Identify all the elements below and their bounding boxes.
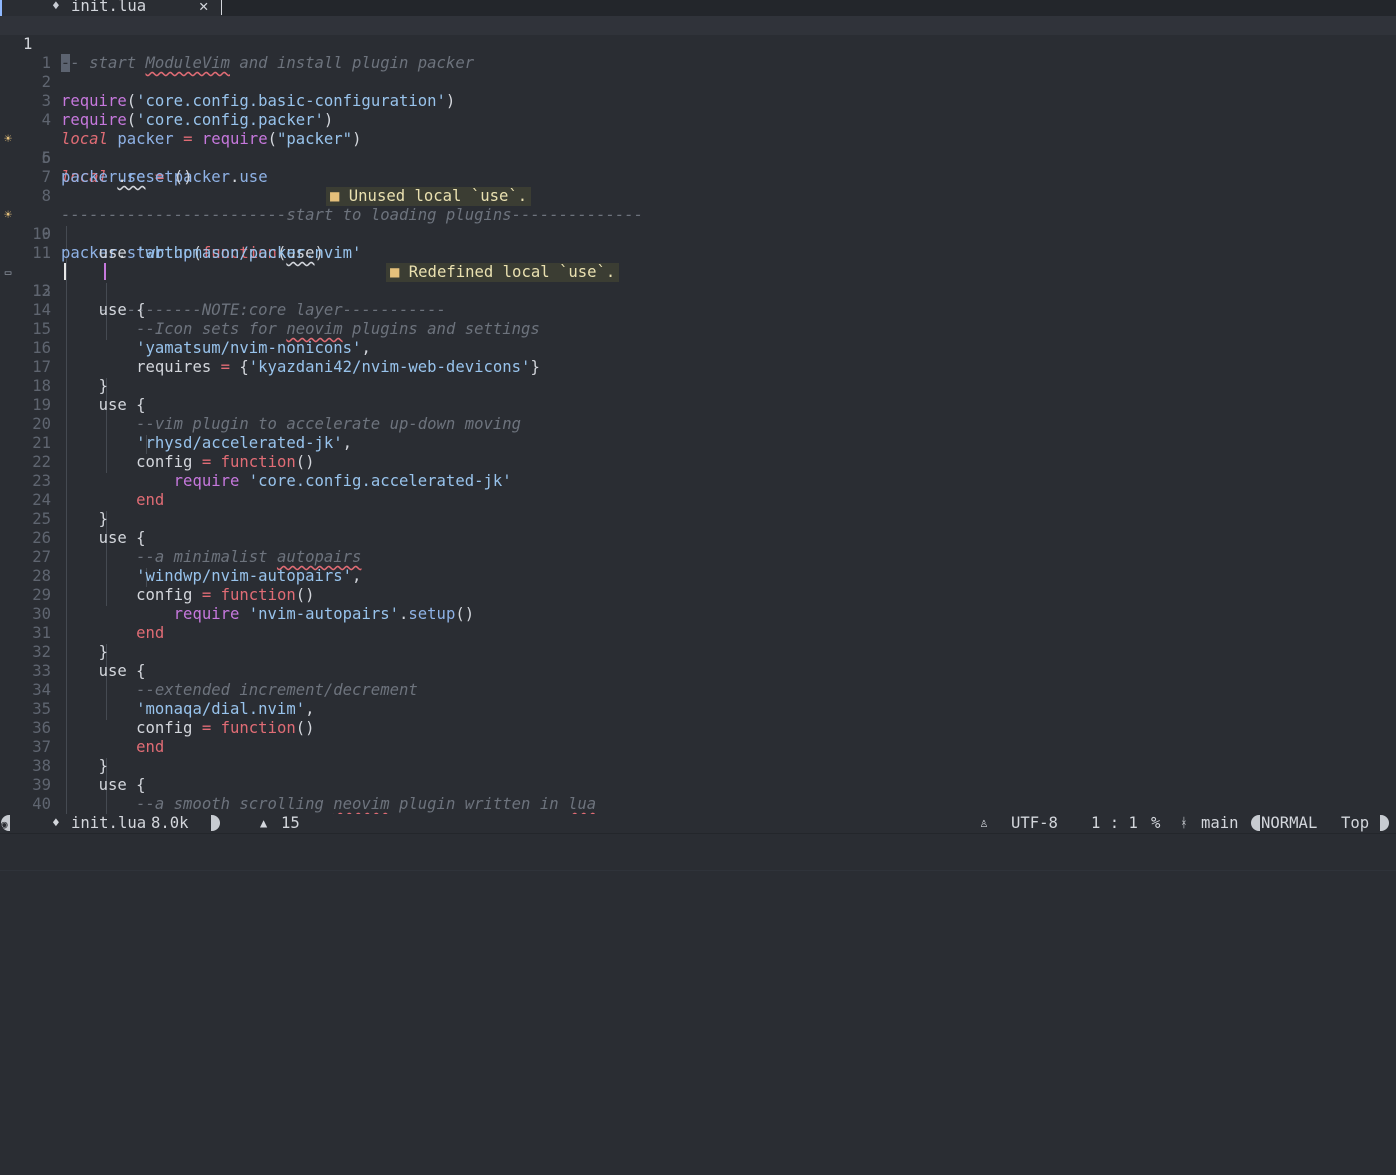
code-line[interactable]: 33 --extended increment/decrement — [0, 643, 1396, 699]
code-line[interactable]: 18 use { — [0, 358, 1396, 414]
code-line[interactable]: ☀ 5 local use = packer.use ■ Unused loca… — [0, 111, 1396, 206]
code-line[interactable]: 16 requires = {'kyazdani42/nvim-web-devi… — [0, 320, 1396, 376]
editor-buffer[interactable]: 1 -- start ModuleVim and install plugin … — [0, 16, 1396, 814]
tabline-separator — [221, 0, 222, 15]
close-icon[interactable]: ✕ — [199, 0, 208, 16]
statusline-cap — [211, 814, 220, 833]
code-line[interactable]: 25 use { — [0, 491, 1396, 547]
statusline-cap — [1251, 814, 1260, 833]
code-line[interactable]: 7 — [0, 149, 1396, 186]
warning-triangle-icon: ▲ — [260, 816, 268, 830]
code-line[interactable]: 6 packer.reset() — [0, 130, 1396, 186]
code-line[interactable]: 37 } — [0, 719, 1396, 775]
file-size: 8.0k — [151, 814, 189, 832]
code-line[interactable]: 17 } — [0, 339, 1396, 395]
vim-logo-icon: ◉ — [1, 814, 17, 834]
scroll-position: Top — [1341, 814, 1370, 832]
linux-tux-icon: ♙ — [980, 816, 988, 831]
code-line[interactable]: 20 'rhysd/accelerated-jk', — [0, 396, 1396, 452]
cursor-position: 1 : 1 — [1091, 814, 1138, 832]
code-line[interactable]: 41 config = function() — [0, 795, 1396, 814]
code-line[interactable]: 30 end — [0, 586, 1396, 642]
code-line[interactable]: 36 end — [0, 700, 1396, 756]
code-line[interactable]: 35 config = function() — [0, 681, 1396, 737]
code-line[interactable]: 22 require 'core.config.accelerated-jk' — [0, 434, 1396, 490]
code-line[interactable]: 14 --Icon sets for neovim plugins and se… — [0, 282, 1396, 338]
code-line[interactable]: 38 use { — [0, 738, 1396, 794]
code-line[interactable]: 29 require 'nvim-autopairs'.setup() — [0, 567, 1396, 623]
code-line[interactable]: 1 — [0, 35, 1396, 72]
code-line[interactable]: 13 use { — [0, 263, 1396, 319]
git-branch-icon: ᚼ — [1180, 816, 1188, 831]
tabline: ♦ init.lua ✕ — [0, 0, 1396, 16]
statusline-cap — [1380, 814, 1389, 833]
warning-count[interactable]: 15 — [281, 814, 300, 833]
code-line[interactable]: 31 } — [0, 605, 1396, 661]
code-line[interactable]: 19 --vim plugin to accelerate up-down mo… — [0, 377, 1396, 433]
code-line[interactable]: 8 ------------------------start to loadi… — [0, 168, 1396, 224]
code-line[interactable]: 2 require('core.config.basic-configurati… — [0, 54, 1396, 110]
code-line[interactable]: 32 use { — [0, 624, 1396, 680]
code-line[interactable]: 1 -- start ModuleVim and install plugin … — [0, 16, 1396, 72]
code-line[interactable]: 21 config = function() — [0, 415, 1396, 471]
lua-file-icon: ♦ — [52, 0, 60, 14]
file-name: init.lua — [71, 814, 147, 832]
buffer-tab-init-lua[interactable]: ♦ init.lua ✕ — [2, 0, 222, 16]
code-line[interactable]: 15 'yamatsum/nvim-nonicons', — [0, 301, 1396, 357]
code-line[interactable]: 10 use 'wbthomason/packer.nvim' — [0, 206, 1396, 262]
percent-glyph: % — [1151, 814, 1161, 832]
code-line[interactable]: 23 end — [0, 453, 1396, 509]
code-line[interactable]: 27 'windwp/nvim-autopairs', — [0, 529, 1396, 585]
file-encoding: UTF-8 — [1011, 814, 1058, 832]
code-line[interactable]: ☀ 9 packer.startup(function(use) ■ Redef… — [0, 187, 1396, 282]
code-line[interactable]: 34 'monaqa/dial.nvim', — [0, 662, 1396, 718]
code-line[interactable]: 11 — [0, 225, 1396, 280]
code-line[interactable]: 4 local packer = require("packer") — [0, 92, 1396, 148]
code-line[interactable]: 24 } — [0, 472, 1396, 528]
code-line[interactable]: 40 'karb94/neoscroll.nvim', — [0, 776, 1396, 813]
code-line[interactable]: 3 require('core.config.packer') — [0, 73, 1396, 129]
lua-file-icon: ♦ — [52, 816, 60, 831]
mode-indicator: NORMAL — [1261, 814, 1318, 832]
code-line[interactable]: 39 --a smooth scrolling neovim plugin wr… — [0, 757, 1396, 813]
code-line[interactable]: 28 config = function() — [0, 548, 1396, 604]
tab-title: init.lua — [71, 0, 147, 15]
code-line[interactable]: ▭ 12 -----------NOTE:core layer---------… — [0, 244, 1396, 319]
code-line[interactable]: 26 --a minimalist autopairs — [0, 510, 1396, 566]
git-branch[interactable]: main — [1201, 814, 1239, 833]
statusline: ◉ ♦ init.lua 8.0k ▲ 15 ♙ UTF-8 1 : 1 % ᚼ… — [0, 814, 1396, 833]
